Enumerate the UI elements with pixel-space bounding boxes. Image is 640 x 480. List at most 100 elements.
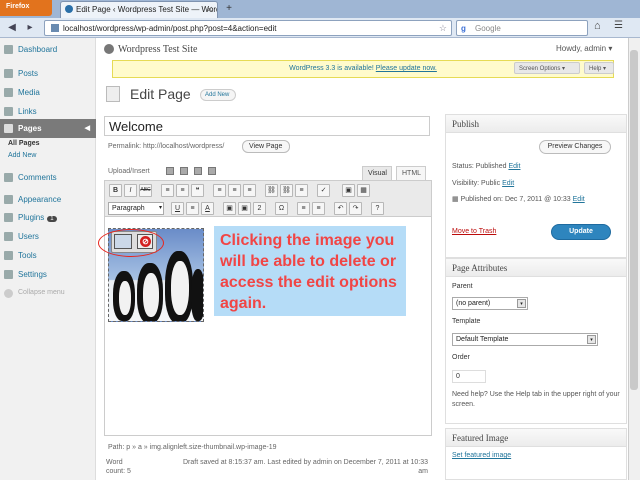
collapse-menu[interactable]: Collapse menu <box>0 284 96 303</box>
remove-format-button[interactable]: 2 <box>253 202 266 215</box>
template-select[interactable]: Default Template ▾ <box>452 333 598 346</box>
search-input[interactable]: g Google <box>456 20 588 36</box>
back-icon[interactable]: ◀ <box>4 20 20 36</box>
search-placeholder: Google <box>475 24 501 33</box>
justify-button[interactable]: ≡ <box>186 202 199 215</box>
text-color-button[interactable]: A <box>201 202 214 215</box>
italic-button[interactable]: I <box>124 184 137 197</box>
indent-button[interactable]: ≡ <box>312 202 325 215</box>
sidebar-label: Users <box>18 232 39 241</box>
sidebar-item-plugins[interactable]: Plugins 1 <box>0 208 96 227</box>
page-icon <box>4 124 13 133</box>
insert-link-button[interactable]: ⛓ <box>265 184 278 197</box>
pin-icon <box>4 69 13 78</box>
undo-button[interactable]: ↶ <box>334 202 347 215</box>
special-character-button[interactable]: Ω <box>275 202 288 215</box>
user-menu[interactable]: Howdy, admin ▾ <box>556 44 612 53</box>
sidebar-label: Media <box>18 88 40 97</box>
sidebar-item-users[interactable]: Users <box>0 227 96 246</box>
insert-more-button[interactable]: ≡ <box>295 184 308 197</box>
redo-button[interactable]: ↷ <box>349 202 362 215</box>
add-image-icon[interactable] <box>166 167 174 175</box>
sidebar-label: Tools <box>18 251 37 260</box>
add-audio-icon[interactable] <box>194 167 202 175</box>
sidebar-item-dashboard[interactable]: Dashboard <box>0 40 96 59</box>
appearance-icon <box>4 195 13 204</box>
sidebar-item-appearance[interactable]: Appearance <box>0 190 96 209</box>
bookmarks-menu-icon[interactable]: ☰ <box>614 20 623 31</box>
align-left-button[interactable]: ≡ <box>213 184 226 197</box>
update-button[interactable]: Update <box>551 224 611 240</box>
blockquote-button[interactable]: ❝ <box>191 184 204 197</box>
paste-word-button[interactable]: ▣ <box>238 202 251 215</box>
new-tab-button[interactable]: + <box>222 2 236 16</box>
add-new-button[interactable]: Add New <box>200 89 236 101</box>
add-video-icon[interactable] <box>180 167 188 175</box>
post-title-input[interactable]: Welcome <box>104 116 430 136</box>
published-edit-link[interactable]: Edit <box>573 196 585 203</box>
visibility-edit-link[interactable]: Edit <box>502 180 514 187</box>
sidebar-item-pages[interactable]: Pages ◀ <box>0 119 96 138</box>
status-label: Status: Published <box>452 163 507 170</box>
help-button[interactable]: Help ▾ <box>584 62 614 74</box>
submenu-all-pages[interactable]: All Pages <box>8 140 40 147</box>
editor-help-button[interactable]: ? <box>371 202 384 215</box>
sidebar-item-settings[interactable]: Settings <box>0 265 96 284</box>
firefox-menu-button[interactable]: Firefox <box>0 0 52 16</box>
kitchen-sink-button[interactable]: ▦ <box>357 184 370 197</box>
collapse-label: Collapse menu <box>18 289 65 296</box>
paste-text-button[interactable]: ▣ <box>223 202 236 215</box>
comment-icon <box>4 173 13 182</box>
unlink-button[interactable]: ⛓ <box>280 184 293 197</box>
sidebar-item-tools[interactable]: Tools <box>0 246 96 265</box>
template-label: Template <box>452 318 481 325</box>
chevron-down-icon: ▾ <box>517 299 526 308</box>
visibility-label: Visibility: Public <box>452 180 501 187</box>
align-center-button[interactable]: ≡ <box>228 184 241 197</box>
format-select[interactable]: Paragraph ▾ <box>108 202 164 215</box>
media-icon <box>4 88 13 97</box>
underline-button[interactable]: U <box>171 202 184 215</box>
screen-options-button[interactable]: Screen Options ▾ <box>514 62 580 74</box>
set-featured-image-link[interactable]: Set featured image <box>452 452 511 459</box>
parent-value: (no parent) <box>456 300 491 307</box>
sidebar-label: Settings <box>18 270 47 279</box>
forward-icon[interactable]: ▸ <box>22 20 38 36</box>
move-to-trash-link[interactable]: Move to Trash <box>452 228 496 235</box>
bookmark-star-icon[interactable]: ☆ <box>439 23 447 34</box>
parent-select[interactable]: (no parent) ▾ <box>452 297 528 310</box>
browser-tab[interactable]: Edit Page ‹ Wordpress Test Site — Word..… <box>60 1 218 18</box>
submenu-add-new[interactable]: Add New <box>8 152 36 159</box>
numbered-list-button[interactable]: ≡ <box>176 184 189 197</box>
close-tab-icon[interactable]: ✕ <box>206 5 213 14</box>
bold-button[interactable]: B <box>109 184 122 197</box>
outdent-button[interactable]: ≡ <box>297 202 310 215</box>
page-attributes-title: Page Attributes <box>446 259 626 277</box>
status-row: Status: Published Edit <box>452 163 521 170</box>
add-media-icon[interactable] <box>208 167 216 175</box>
view-page-button[interactable]: View Page <box>242 140 290 153</box>
url-bar[interactable]: localhost/wordpress/wp-admin/post.php?po… <box>44 20 452 36</box>
sidebar-item-media[interactable]: Media <box>0 83 96 102</box>
users-icon <box>4 232 13 241</box>
strikethrough-button[interactable]: ABC <box>139 184 152 197</box>
preview-changes-button[interactable]: Preview Changes <box>539 140 611 154</box>
site-title[interactable]: Wordpress Test Site <box>118 44 197 55</box>
parent-label: Parent <box>452 283 473 290</box>
scrollbar-thumb[interactable] <box>630 50 638 390</box>
order-input[interactable]: 0 <box>452 370 486 383</box>
sidebar-item-posts[interactable]: Posts <box>0 64 96 83</box>
spellcheck-button[interactable]: ✓ <box>317 184 330 197</box>
tab-visual[interactable]: Visual <box>362 166 392 180</box>
home-icon[interactable]: ⌂ <box>594 20 601 32</box>
fullscreen-button[interactable]: ▣ <box>342 184 355 197</box>
align-right-button[interactable]: ≡ <box>243 184 256 197</box>
url-text: localhost/wordpress/wp-admin/post.php?po… <box>63 24 277 33</box>
tab-html[interactable]: HTML <box>396 166 426 180</box>
bullet-list-button[interactable]: ≡ <box>161 184 174 197</box>
status-edit-link[interactable]: Edit <box>508 163 520 170</box>
word-count: Word count: 5 <box>106 459 131 475</box>
update-now-link[interactable]: Please update now. <box>376 65 437 72</box>
sidebar-item-comments[interactable]: Comments <box>0 168 96 187</box>
upload-insert-label: Upload/Insert <box>108 168 150 175</box>
